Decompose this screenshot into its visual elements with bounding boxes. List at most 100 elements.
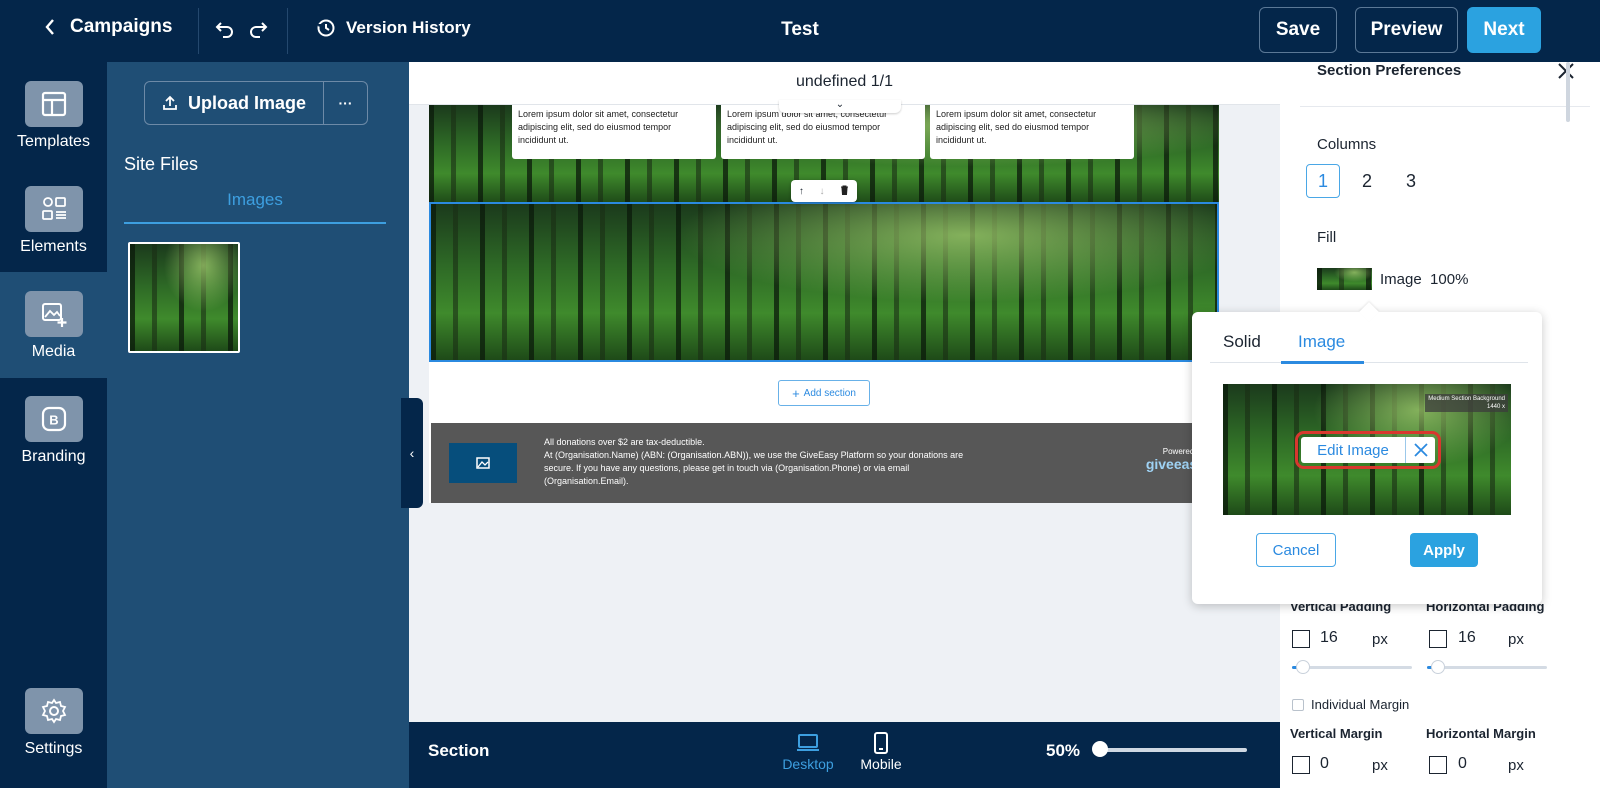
apply-button[interactable]: Apply	[1410, 533, 1478, 567]
divider	[198, 8, 199, 54]
rail-item-elements[interactable]: Elements	[0, 167, 107, 273]
tab-solid[interactable]: Solid	[1223, 332, 1261, 352]
cancel-button[interactable]: Cancel	[1256, 533, 1336, 567]
left-rail: Templates Elements Media B Branding Sett…	[0, 62, 107, 788]
back-label: Campaigns	[70, 16, 173, 37]
edit-image-button[interactable]: Edit Image	[1301, 437, 1405, 463]
rail-label: Settings	[24, 740, 83, 757]
footer-line: All donations over $2 are tax-deductible…	[544, 437, 705, 447]
svg-text:B: B	[49, 413, 58, 428]
mobile-view-button[interactable]: Mobile	[851, 730, 911, 772]
rail-item-templates[interactable]: Templates	[0, 62, 107, 168]
slider-handle[interactable]	[1431, 660, 1445, 674]
upload-label: Upload Image	[187, 92, 307, 113]
upload-icon	[163, 95, 177, 110]
unit-label: px	[1508, 757, 1524, 774]
column-option-2[interactable]: 2	[1350, 164, 1384, 198]
horizontal-padding-slider[interactable]	[1427, 660, 1547, 674]
desktop-view-button[interactable]: Desktop	[778, 730, 838, 772]
next-button[interactable]: Next	[1467, 7, 1541, 53]
size-badge: Medium Section Background 1440 x	[1425, 394, 1508, 412]
vertical-padding-icon	[1292, 630, 1310, 648]
column-option-3[interactable]: 3	[1394, 164, 1428, 198]
fill-summary: Image 100%	[1380, 271, 1468, 288]
fill-swatch[interactable]	[1317, 268, 1372, 290]
unit-label: px	[1372, 631, 1388, 648]
selection-type: Section	[428, 741, 490, 760]
editor-canvas: undefined 1/1 Lorem ipsum dolor sit amet…	[409, 62, 1280, 722]
vertical-padding-input[interactable]: 16	[1320, 629, 1338, 647]
selected-image-section[interactable]	[429, 202, 1219, 362]
panel-title: Section Preferences	[1317, 62, 1462, 79]
delete-icon[interactable]	[840, 185, 849, 198]
move-down-icon[interactable]: ↓	[819, 186, 824, 197]
tab-divider	[1210, 362, 1528, 363]
tab-image[interactable]: Image	[1298, 332, 1345, 352]
media-thumbnail[interactable]	[128, 242, 240, 353]
preview-button[interactable]: Preview	[1355, 7, 1458, 53]
columns-label: Columns	[1317, 136, 1377, 153]
column-option-1[interactable]: 1	[1306, 164, 1340, 198]
rail-item-settings[interactable]: Settings	[0, 669, 107, 775]
scrollbar[interactable]	[1566, 62, 1570, 122]
page-indicator: undefined 1/1	[796, 73, 893, 90]
badge-line: 1440 x	[1486, 404, 1505, 410]
rail-label: Templates	[17, 133, 90, 150]
add-section-button[interactable]: + Add section	[778, 380, 870, 406]
media-panel: Upload Image ··· Site Files Images	[107, 62, 409, 788]
zoom-slider-track[interactable]	[1102, 748, 1247, 752]
remove-image-button[interactable]	[1405, 437, 1435, 463]
move-up-icon[interactable]: ↑	[799, 186, 804, 197]
divider	[287, 8, 288, 54]
vertical-margin-label: Vertical Margin	[1290, 726, 1383, 741]
add-section-label: Add section	[803, 387, 856, 399]
zoom-slider-handle[interactable]	[1092, 741, 1108, 757]
media-icon	[24, 291, 83, 337]
rail-label: Elements	[20, 238, 87, 255]
text-card[interactable]: Lorem ipsum dolor sit amet, consectetur …	[930, 105, 1134, 159]
footer-line: At (Organisation.Name) (ABN: (Organisati…	[544, 450, 964, 486]
individual-margin-checkbox[interactable]	[1292, 699, 1304, 711]
vertical-margin-icon	[1292, 756, 1310, 774]
text-card[interactable]: Lorem ipsum dolor sit amet, consectetur …	[721, 105, 925, 159]
fill-popover: Solid Image Medium Section Background 14…	[1192, 302, 1542, 604]
chevron-left-icon: ‹	[409, 445, 415, 461]
fill-label: Fill	[1317, 229, 1337, 246]
slider-handle[interactable]	[1296, 660, 1310, 674]
undo-icon[interactable]	[214, 18, 236, 40]
text-card[interactable]: Lorem ipsum dolor sit amet, consectetur …	[512, 105, 716, 159]
edit-image-group: Edit Image	[1295, 431, 1441, 469]
site-files-heading: Site Files	[124, 154, 199, 174]
laptop-icon	[778, 730, 838, 756]
unit-label: px	[1508, 631, 1524, 648]
plus-icon: +	[792, 385, 800, 401]
badge-line: Medium Section Background	[1428, 396, 1505, 402]
phone-icon	[851, 730, 911, 756]
rail-label: Branding	[21, 448, 86, 465]
save-button[interactable]: Save	[1259, 7, 1337, 53]
horizontal-margin-input[interactable]: 0	[1458, 755, 1467, 773]
version-history-button[interactable]: Version History	[316, 18, 471, 38]
desktop-label: Desktop	[782, 756, 834, 772]
footer-section[interactable]: All donations over $2 are tax-deductible…	[431, 423, 1219, 503]
upload-image-button[interactable]: Upload Image	[144, 81, 324, 125]
vertical-padding-slider[interactable]	[1292, 660, 1412, 674]
rail-item-media[interactable]: Media	[0, 272, 107, 378]
chevron-down-icon[interactable]: ⌄	[779, 100, 901, 113]
vertical-margin-input[interactable]: 0	[1320, 755, 1329, 773]
collapse-panel-button[interactable]: ‹	[401, 398, 423, 508]
redo-icon[interactable]	[247, 18, 269, 40]
branding-icon: B	[24, 396, 83, 442]
close-icon	[1413, 443, 1428, 457]
rail-label: Media	[31, 343, 76, 360]
tab-images[interactable]: Images	[124, 190, 386, 224]
rail-item-branding[interactable]: B Branding	[0, 377, 107, 483]
more-options-button[interactable]: ···	[324, 81, 368, 125]
zoom-level: 50%	[1046, 741, 1081, 760]
fill-type: Image	[1380, 271, 1422, 288]
back-to-campaigns[interactable]: Campaigns	[44, 16, 172, 38]
active-tab-indicator	[1281, 361, 1364, 364]
horizontal-padding-input[interactable]: 16	[1458, 629, 1476, 647]
unit-label: px	[1372, 757, 1388, 774]
elements-icon	[24, 186, 83, 232]
